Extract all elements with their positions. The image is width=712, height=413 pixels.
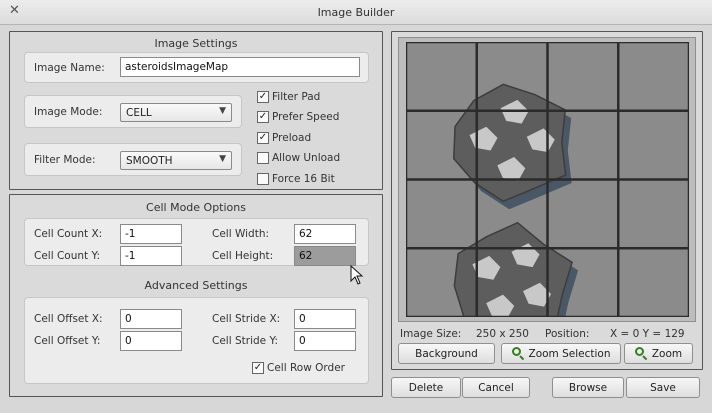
position-value: X = 0 Y = 129: [610, 328, 685, 340]
cell-row-order-checkbox[interactable]: ✓ Cell Row Order: [252, 360, 345, 376]
checkbox-preload[interactable]: ✓ Preload: [257, 130, 311, 146]
image-settings-panel: Image Settings Image Name: asteroidsImag…: [9, 31, 383, 190]
cancel-button[interactable]: Cancel: [462, 377, 530, 398]
zoom-label: Zoom: [651, 347, 683, 360]
cell-offset-x-input[interactable]: 0: [120, 309, 182, 329]
title-bar: ✕ Image Builder: [0, 0, 712, 25]
save-button[interactable]: Save: [626, 377, 700, 398]
checkbox-box[interactable]: ✓: [257, 132, 269, 144]
cell-stride-y-input[interactable]: 0: [294, 331, 356, 351]
checkbox-force-16-bit[interactable]: Force 16 Bit: [257, 171, 335, 187]
cell-stride-y-label: Cell Stride Y:: [212, 335, 278, 347]
position-label: Position:: [545, 328, 590, 340]
cell-count-x-label: Cell Count X:: [34, 228, 103, 240]
checkbox-label: Preload: [272, 132, 312, 144]
checkbox-allow-unload[interactable]: Allow Unload: [257, 150, 340, 166]
window-title: Image Builder: [317, 6, 395, 19]
zoom-selection-button[interactable]: Zoom Selection: [501, 343, 621, 364]
image-settings-title: Image Settings: [154, 37, 238, 50]
advanced-group: Cell Offset X: 0 Cell Offset Y: 0 Cell S…: [24, 297, 369, 384]
asteroid-image-map[interactable]: [404, 40, 691, 345]
filter-mode-value: SMOOTH: [126, 155, 173, 167]
image-size-value: 250 x 250: [476, 328, 529, 340]
zoom-button[interactable]: Zoom: [624, 343, 693, 364]
image-mode-group: Image Mode: CELL ▼: [24, 95, 242, 128]
mouse-cursor-icon: [350, 265, 364, 285]
zoom-icon: [511, 347, 525, 361]
asteroid: [453, 221, 573, 337]
cell-mode-title: Cell Mode Options: [146, 201, 246, 214]
cell-offset-y-input[interactable]: 0: [120, 331, 182, 351]
browse-button[interactable]: Browse: [552, 377, 624, 398]
cell-stride-x-input[interactable]: 0: [294, 309, 356, 329]
checkbox-label: Force 16 Bit: [272, 173, 335, 185]
cell-mode-group: Cell Count X: -1 Cell Count Y: -1 Cell W…: [24, 218, 369, 266]
checkbox-box[interactable]: ✓: [257, 111, 269, 123]
cell-count-x-input[interactable]: -1: [120, 224, 182, 244]
image-mode-value: CELL: [126, 107, 152, 119]
cell-offset-x-label: Cell Offset X:: [34, 313, 103, 325]
checkbox-box[interactable]: ✓: [252, 362, 264, 374]
background-button-label: Background: [415, 347, 478, 360]
cell-height-label: Cell Height:: [212, 250, 274, 262]
cell-height-input[interactable]: 62: [294, 246, 356, 266]
checkbox-box[interactable]: [257, 152, 269, 164]
image-name-group: Image Name: asteroidsImageMap: [24, 52, 369, 83]
checkbox-label: Filter Pad: [272, 91, 321, 103]
image-mode-select[interactable]: CELL ▼: [120, 103, 232, 122]
checkbox-box[interactable]: [257, 173, 269, 185]
cell-width-input[interactable]: 62: [294, 224, 356, 244]
checkbox-box[interactable]: ✓: [257, 91, 269, 103]
zoom-selection-label: Zoom Selection: [528, 347, 611, 360]
cell-count-y-input[interactable]: -1: [120, 246, 182, 266]
advanced-settings-title: Advanced Settings: [144, 279, 248, 292]
image-mode-label: Image Mode:: [34, 106, 103, 118]
checkbox-prefer-speed[interactable]: ✓ Prefer Speed: [257, 109, 339, 125]
filter-mode-select[interactable]: SMOOTH ▼: [120, 151, 232, 170]
cell-row-order-label: Cell Row Order: [267, 362, 345, 374]
cell-mode-panel: Cell Mode Options Cell Count X: -1 Cell …: [9, 194, 383, 397]
filter-mode-label: Filter Mode:: [34, 154, 96, 166]
cell-offset-y-label: Cell Offset Y:: [34, 335, 101, 347]
image-size-label: Image Size:: [400, 328, 462, 340]
chevron-down-icon: ▼: [219, 106, 226, 116]
delete-button[interactable]: Delete: [391, 377, 461, 398]
background-button[interactable]: Background: [398, 343, 495, 364]
checkbox-label: Prefer Speed: [272, 111, 340, 123]
filter-mode-group: Filter Mode: SMOOTH ▼: [24, 143, 242, 176]
image-name-input[interactable]: asteroidsImageMap: [120, 57, 360, 77]
cell-stride-x-label: Cell Stride X:: [212, 313, 281, 325]
cell-width-label: Cell Width:: [212, 228, 270, 240]
image-name-label: Image Name:: [34, 62, 105, 74]
zoom-icon: [634, 347, 648, 361]
checkbox-label: Allow Unload: [272, 152, 341, 164]
image-preview-frame: [398, 37, 696, 345]
chevron-down-icon: ▼: [219, 154, 226, 164]
image-preview-background: [404, 40, 691, 345]
preview-panel: Image Size: 250 x 250 Position: X = 0 Y …: [391, 31, 703, 370]
checkbox-filter-pad[interactable]: ✓ Filter Pad: [257, 89, 320, 105]
cell-count-y-label: Cell Count Y:: [34, 250, 101, 262]
